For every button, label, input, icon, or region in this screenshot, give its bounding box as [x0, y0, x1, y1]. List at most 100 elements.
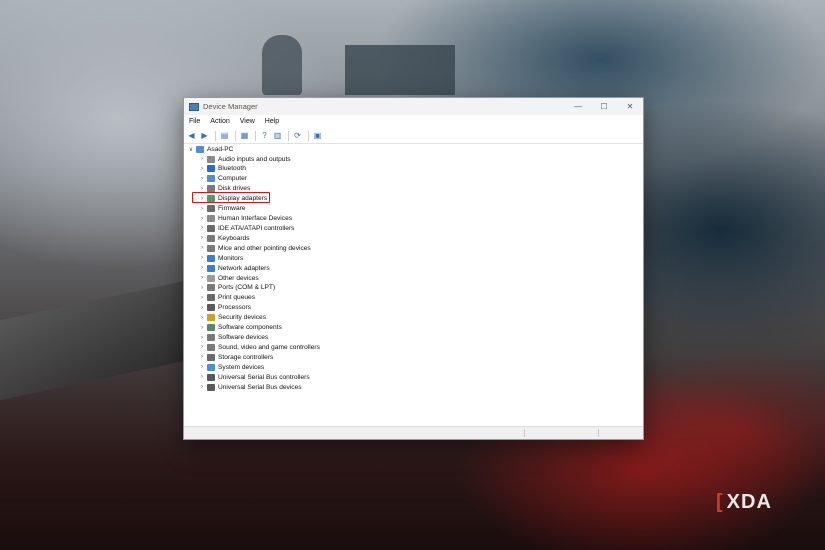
- tree-item-system-devices[interactable]: › System devices: [198, 362, 264, 372]
- tree-item-software-devices[interactable]: › Software devices: [198, 333, 268, 343]
- properties-icon[interactable]: ▤: [219, 130, 230, 141]
- tree-item-other-devices[interactable]: › Other devices: [198, 273, 259, 283]
- tree-item-label: Firmware: [218, 205, 246, 213]
- tree-item-label: Software components: [218, 324, 282, 332]
- tree-item-label: System devices: [218, 363, 265, 371]
- tree-root[interactable]: ∨ Asad-PC: [187, 144, 233, 154]
- tree-item-ide-ata-atapi-controllers[interactable]: › IDE ATA/ATAPI controllers: [198, 223, 294, 233]
- chevron-right-icon[interactable]: ›: [198, 156, 206, 162]
- tree-item-monitors[interactable]: › Monitors: [198, 253, 243, 263]
- tree-item-storage-controllers[interactable]: › Storage controllers: [198, 352, 273, 362]
- tree-item-label: Keyboards: [218, 234, 250, 242]
- usb-device-icon: [207, 383, 215, 391]
- monitor-icon: [207, 254, 215, 262]
- maximize-button[interactable]: ☐: [591, 98, 617, 115]
- minimize-button[interactable]: —: [565, 98, 591, 115]
- update-driver-icon[interactable]: ⟳: [292, 130, 303, 141]
- chevron-right-icon[interactable]: ›: [198, 235, 206, 241]
- tree-item-bluetooth[interactable]: › Bluetooth: [198, 164, 246, 174]
- tree-item-label: Mice and other pointing devices: [218, 244, 311, 252]
- tree-item-processors[interactable]: › Processors: [198, 303, 251, 313]
- chevron-right-icon[interactable]: ›: [198, 216, 206, 222]
- chevron-right-icon[interactable]: ›: [198, 354, 206, 360]
- menu-action[interactable]: Action: [205, 118, 234, 125]
- tree-item-audio-inputs-and-outputs[interactable]: › Audio inputs and outputs: [198, 154, 291, 164]
- close-button[interactable]: ✕: [617, 98, 643, 115]
- tree-item-label: Processors: [218, 304, 251, 312]
- tree-item-label: Human Interface Devices: [218, 215, 293, 223]
- device-manager-icon: [189, 102, 199, 111]
- tree-item-keyboards[interactable]: › Keyboards: [198, 233, 250, 243]
- chevron-right-icon[interactable]: ›: [198, 255, 206, 261]
- chevron-right-icon[interactable]: ›: [198, 225, 206, 231]
- back-icon[interactable]: ◀: [186, 130, 197, 141]
- window-controls: — ☐ ✕: [565, 98, 643, 115]
- network-icon: [207, 264, 215, 272]
- tree-item-label: IDE ATA/ATAPI controllers: [218, 224, 295, 232]
- chevron-right-icon[interactable]: ›: [198, 374, 206, 380]
- ide-icon: [207, 224, 215, 232]
- chevron-right-icon[interactable]: ›: [198, 176, 206, 182]
- forward-icon[interactable]: ▶: [199, 130, 210, 141]
- chevron-right-icon[interactable]: ›: [198, 325, 206, 331]
- menu-file[interactable]: File: [184, 118, 205, 125]
- device-tree: ∨ Asad-PC › Audio inputs and outputs › Blue…: [184, 144, 643, 427]
- xda-watermark: [XDA: [716, 491, 772, 513]
- window-title: Device Manager: [203, 102, 258, 111]
- chevron-right-icon[interactable]: ›: [198, 265, 206, 271]
- tree-item-human-interface-devices[interactable]: › Human Interface Devices: [198, 214, 292, 224]
- tree-item-label: Software devices: [218, 334, 269, 342]
- tree-item-sound-video-and-game-controllers[interactable]: › Sound, video and game controllers: [198, 342, 320, 352]
- tree-item-mice-and-other-pointing-devices[interactable]: › Mice and other pointing devices: [198, 243, 311, 253]
- tree-item-computer[interactable]: › Computer: [198, 174, 247, 184]
- chevron-right-icon[interactable]: ›: [198, 196, 206, 202]
- chevron-right-icon[interactable]: ›: [198, 364, 206, 370]
- tree-item-network-adapters[interactable]: › Network adapters: [198, 263, 270, 273]
- mouse-icon: [207, 244, 215, 252]
- chevron-right-icon[interactable]: ›: [198, 166, 206, 172]
- storage-icon: [207, 353, 215, 361]
- tree-item-software-components[interactable]: › Software components: [198, 323, 282, 333]
- tree-item-print-queues[interactable]: › Print queues: [198, 293, 255, 303]
- tree-item-ports-com-lpt[interactable]: › Ports (COM & LPT): [198, 283, 275, 293]
- tree-item-security-devices[interactable]: › Security devices: [198, 313, 266, 323]
- chevron-right-icon[interactable]: ›: [198, 275, 206, 281]
- toolbar-separator: [215, 130, 216, 141]
- toolbar-separator: [308, 130, 309, 141]
- tree-item-label: Audio inputs and outputs: [218, 155, 291, 163]
- toolbar-separator: [255, 130, 256, 141]
- tree-item-label: Other devices: [218, 274, 259, 282]
- tree-item-label: Security devices: [218, 314, 267, 322]
- tree-root-label: Asad-PC: [207, 145, 234, 153]
- chevron-right-icon[interactable]: ›: [198, 245, 206, 251]
- chevron-right-icon[interactable]: ›: [198, 315, 206, 321]
- tree-item-universal-serial-bus-devices[interactable]: › Universal Serial Bus devices: [198, 382, 302, 392]
- list-view-icon[interactable]: ▦: [239, 130, 250, 141]
- hid-icon: [207, 215, 215, 223]
- chevron-right-icon[interactable]: ›: [198, 344, 206, 350]
- sound-icon: [207, 343, 215, 351]
- chevron-right-icon[interactable]: ›: [198, 305, 206, 311]
- tree-item-universal-serial-bus-controllers[interactable]: › Universal Serial Bus controllers: [198, 372, 310, 382]
- display-adapter-icon: [207, 195, 215, 203]
- details-icon[interactable]: ▥: [272, 130, 283, 141]
- scan-hardware-icon[interactable]: ▣: [312, 130, 323, 141]
- tree-item-firmware[interactable]: › Firmware: [198, 204, 245, 214]
- chevron-right-icon[interactable]: ›: [198, 335, 206, 341]
- chevron-right-icon[interactable]: ›: [198, 384, 206, 390]
- tree-item-label: Network adapters: [218, 264, 270, 272]
- title-bar[interactable]: Device Manager — ☐ ✕: [184, 98, 643, 115]
- tree-item-disk-drives[interactable]: › Disk drives: [198, 184, 250, 194]
- status-divider: [524, 429, 525, 437]
- help-icon[interactable]: ?: [259, 130, 270, 141]
- menu-view[interactable]: View: [235, 118, 260, 125]
- chevron-right-icon[interactable]: ›: [198, 295, 206, 301]
- tree-item-label: Bluetooth: [218, 165, 246, 173]
- menu-help[interactable]: Help: [260, 118, 284, 125]
- tree-item-display-adapters[interactable]: › Display adapters: [198, 194, 267, 204]
- chevron-right-icon[interactable]: ›: [198, 186, 206, 192]
- chevron-down-icon[interactable]: ∨: [187, 146, 195, 153]
- chevron-right-icon[interactable]: ›: [198, 285, 206, 291]
- chevron-right-icon[interactable]: ›: [198, 206, 206, 212]
- menu-bar: File Action View Help: [184, 115, 643, 128]
